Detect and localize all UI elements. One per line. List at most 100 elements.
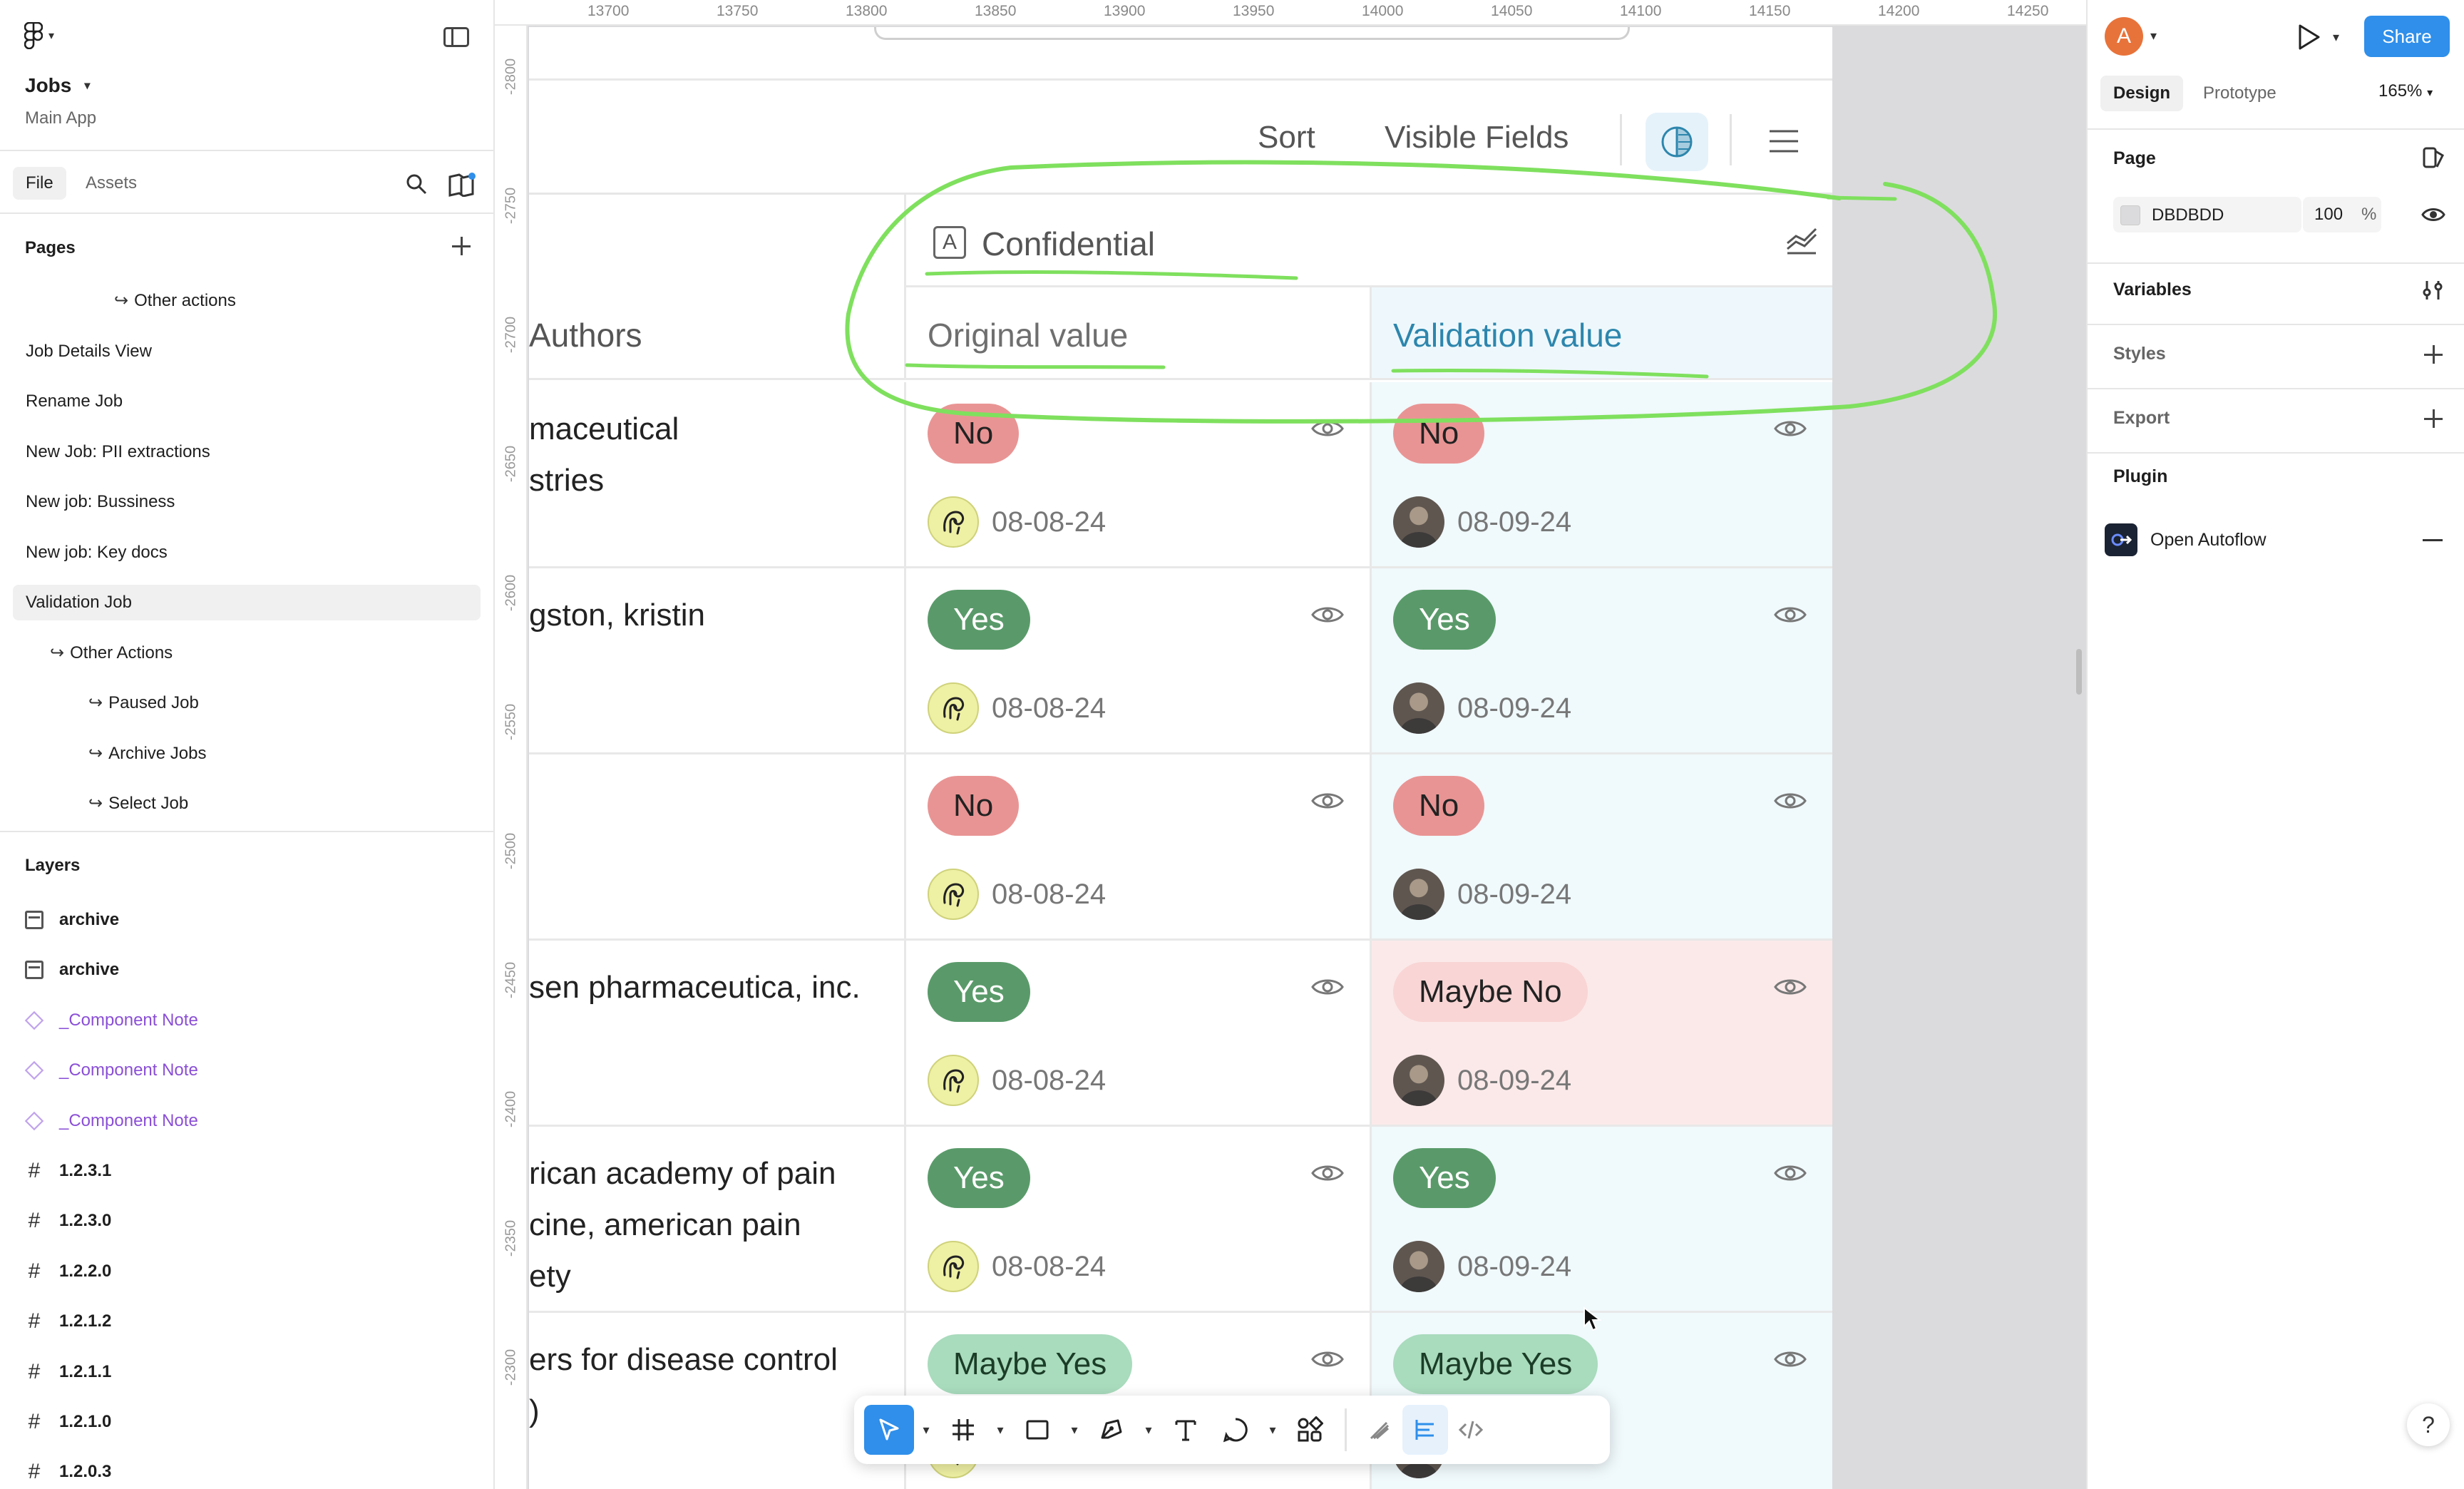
validation-value-cell[interactable]: Yes 08-09-24 [1370, 1127, 1832, 1311]
table-row[interactable]: gston, kristin Yes 08-08-24 Yes 08-09-24 [529, 568, 1832, 754]
page-item[interactable]: Validation Job [13, 585, 481, 620]
visible-fields-button[interactable]: Visible Fields [1385, 120, 1569, 155]
chevron-down-icon[interactable]: ▾ [1062, 1405, 1087, 1455]
layer-item[interactable]: archive [25, 952, 119, 988]
layer-item[interactable]: #1.2.3.1 [25, 1153, 112, 1189]
layer-item[interactable]: _Component Note [24, 1003, 198, 1038]
frame-tool-button[interactable] [938, 1405, 988, 1455]
layer-item[interactable]: #1.2.0.3 [25, 1454, 112, 1489]
variables-icon[interactable] [2421, 278, 2445, 302]
main-menu-button[interactable]: ▾ [24, 21, 67, 50]
value-pill[interactable]: No [1393, 404, 1485, 464]
draw-mode-button[interactable] [1357, 1405, 1402, 1455]
color-swatch[interactable] [2120, 205, 2140, 225]
page-item[interactable]: Job Details View [13, 334, 481, 369]
comment-tool-button[interactable] [1211, 1405, 1261, 1455]
original-value-cell[interactable]: No 08-08-24 [904, 382, 1370, 566]
layer-item[interactable]: #1.2.2.0 [25, 1254, 112, 1289]
value-pill[interactable]: No [928, 404, 1020, 464]
design-mode-button[interactable] [1402, 1405, 1448, 1455]
avatar[interactable]: A [2105, 17, 2143, 56]
page-settings-icon[interactable] [2421, 145, 2445, 170]
add-style-icon[interactable] [2423, 344, 2444, 365]
eye-icon[interactable] [1311, 418, 1344, 443]
page-item[interactable]: ↪ Archive Jobs [13, 736, 481, 772]
tab-file[interactable]: File [13, 167, 66, 200]
eye-icon[interactable] [1311, 790, 1344, 815]
layer-item[interactable]: #1.2.1.0 [25, 1404, 112, 1440]
share-button[interactable]: Share [2364, 16, 2450, 57]
chevron-down-icon[interactable]: ▾ [2333, 30, 2339, 45]
value-pill[interactable]: Yes [928, 962, 1030, 1022]
dev-mode-button[interactable] [1448, 1405, 1494, 1455]
layer-item[interactable]: #1.2.3.0 [25, 1203, 112, 1239]
theme-toggle-button[interactable] [1646, 113, 1708, 171]
design-frame[interactable]: Sort Visible Fields A Confidential Autho… [529, 27, 1832, 1489]
column-header-validation[interactable]: Validation value [1370, 287, 1832, 380]
chevron-down-icon[interactable]: ▾ [914, 1405, 938, 1455]
table-row[interactable]: maceutical stries No 08-08-24 No 08-09-24 [529, 382, 1832, 568]
tab-prototype[interactable]: Prototype [2203, 76, 2276, 111]
value-pill[interactable]: Maybe Yes [928, 1334, 1133, 1394]
page-item[interactable]: ↪ Select Job [13, 786, 481, 822]
page-item[interactable]: New job: Key docs [13, 535, 481, 570]
plugin-item-open-autoflow[interactable]: Open Autoflow [2105, 523, 2267, 556]
eye-icon[interactable] [2421, 203, 2445, 227]
eye-icon[interactable] [1311, 604, 1344, 629]
help-button[interactable]: ? [2407, 1403, 2450, 1446]
move-tool-button[interactable] [864, 1405, 914, 1455]
column-header-authors[interactable]: Authors [529, 287, 904, 380]
value-pill[interactable]: Yes [928, 1148, 1030, 1208]
search-icon[interactable] [405, 173, 428, 195]
add-export-icon[interactable] [2423, 408, 2444, 429]
text-tool-button[interactable] [1161, 1405, 1211, 1455]
original-value-cell[interactable]: Yes 08-08-24 [904, 568, 1370, 752]
value-pill[interactable]: No [1393, 776, 1485, 836]
add-page-icon[interactable] [451, 235, 472, 257]
page-opacity-field[interactable]: 100 % [2303, 197, 2381, 232]
eye-icon[interactable] [1774, 1162, 1807, 1187]
original-value-cell[interactable]: No 08-08-24 [904, 754, 1370, 938]
panel-resize-handle[interactable] [2076, 649, 2082, 695]
value-pill[interactable]: Yes [928, 590, 1030, 650]
eye-icon[interactable] [1774, 976, 1807, 1001]
sort-button[interactable]: Sort [1258, 120, 1315, 155]
tab-assets[interactable]: Assets [86, 167, 137, 200]
value-pill[interactable]: Maybe No [1393, 962, 1588, 1022]
layer-item[interactable]: archive [25, 902, 119, 938]
rectangle-tool-button[interactable] [1012, 1405, 1062, 1455]
chevron-down-icon[interactable]: ▾ [1261, 1405, 1285, 1455]
table-row[interactable]: No 08-08-24 No 08-09-24 [529, 754, 1832, 941]
tab-design[interactable]: Design [2100, 76, 2184, 111]
value-pill[interactable]: Maybe Yes [1393, 1334, 1598, 1394]
remove-plugin-icon[interactable] [2423, 539, 2443, 541]
value-pill[interactable]: Yes [1393, 590, 1496, 650]
page-item[interactable]: ↪ Other actions [13, 283, 481, 319]
present-play-icon[interactable] [2294, 23, 2323, 51]
layer-item[interactable]: _Component Note [24, 1053, 198, 1088]
chevron-down-icon[interactable]: ▾ [988, 1405, 1012, 1455]
value-pill[interactable]: Yes [1393, 1148, 1496, 1208]
eye-icon[interactable] [1774, 1349, 1807, 1373]
layer-item[interactable]: _Component Note [24, 1103, 198, 1139]
validation-value-cell[interactable]: No 08-09-24 [1370, 382, 1832, 566]
chart-icon[interactable] [1785, 222, 1819, 256]
page-item[interactable]: New job: Bussiness [13, 484, 481, 520]
canvas[interactable]: 13700 13750 13800 13850 13900 13950 14000 14050… [495, 0, 2086, 1489]
page-item[interactable]: ↪ Paused Job [13, 685, 481, 721]
original-value-cell[interactable]: Yes 08-08-24 [904, 1127, 1370, 1311]
sidebar-toggle-icon[interactable] [443, 27, 469, 47]
original-value-cell[interactable]: Yes 08-08-24 [904, 941, 1370, 1125]
project-name[interactable]: Jobs ▾ [25, 74, 90, 97]
eye-icon[interactable] [1774, 418, 1807, 443]
eye-icon[interactable] [1311, 976, 1344, 1001]
validation-value-cell[interactable]: Yes 08-09-24 [1370, 568, 1832, 752]
table-row[interactable]: rican academy of pain cine, american pai… [529, 1127, 1832, 1313]
page-item[interactable]: Rename Job [13, 384, 481, 419]
validation-value-cell[interactable]: Maybe No 08-09-24 [1370, 941, 1832, 1125]
layer-item[interactable]: #1.2.1.2 [25, 1304, 112, 1339]
library-icon[interactable] [448, 173, 476, 197]
eye-icon[interactable] [1311, 1349, 1344, 1373]
layer-item[interactable]: #1.2.1.1 [25, 1354, 112, 1390]
chevron-down-icon[interactable]: ▾ [2150, 29, 2157, 44]
